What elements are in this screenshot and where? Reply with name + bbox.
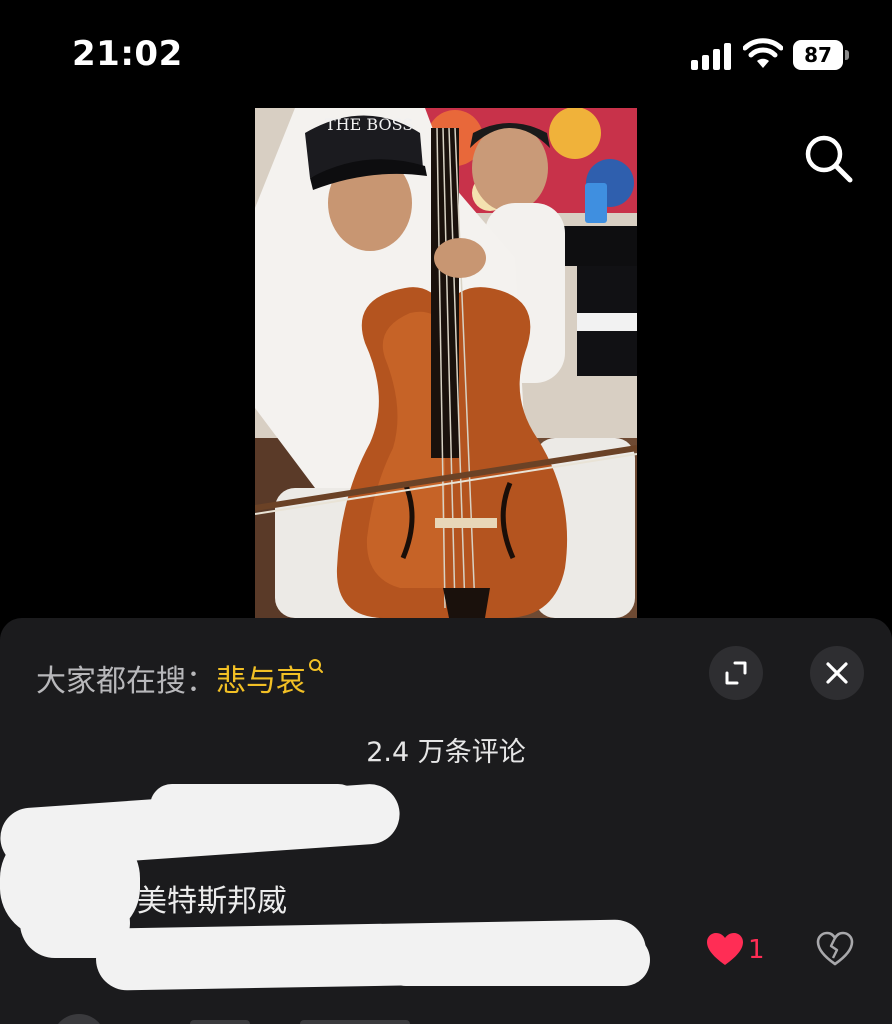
cellular-signal-icon: [691, 42, 733, 70]
screen: 21:02 87 THE BOSS 大家都在搜：悲与哀 2.4 万条评论 美特斯…: [0, 0, 892, 1024]
svg-text:THE BOSS: THE BOSS: [325, 115, 413, 134]
next-comment-preview: [300, 1020, 410, 1024]
hot-search-keyword[interactable]: 悲与哀: [216, 664, 306, 699]
redaction-blob: [150, 784, 360, 828]
close-button[interactable]: [810, 646, 864, 700]
search-icon[interactable]: [800, 130, 856, 186]
comment-username[interactable]: 美特斯邦威: [137, 876, 287, 920]
next-comment-preview: [190, 1020, 250, 1024]
wifi-icon: [743, 38, 783, 68]
broken-heart-icon[interactable]: [816, 930, 854, 968]
heart-icon: [707, 933, 743, 965]
close-icon: [826, 662, 848, 684]
hot-search-prefix: 大家都在搜：: [36, 664, 216, 699]
like-count: 1: [748, 935, 765, 965]
comment-count: 2.4 万条评论: [366, 737, 526, 768]
video-frame: THE BOSS: [255, 108, 637, 618]
status-bar: 21:02 87: [0, 0, 892, 100]
video-player[interactable]: THE BOSS: [255, 108, 637, 618]
battery-cap: [845, 50, 849, 60]
status-time: 21:02: [72, 34, 183, 74]
expand-button[interactable]: [709, 646, 763, 700]
like-button[interactable]: 1: [706, 930, 765, 970]
redaction-blob: [380, 934, 650, 986]
expand-icon: [725, 661, 747, 685]
comment-sheet: 大家都在搜：悲与哀 2.4 万条评论 美特斯邦威 1: [0, 618, 892, 1024]
battery-icon: 87: [793, 40, 843, 70]
next-comment-avatar[interactable]: [52, 1014, 106, 1024]
hot-search-bar[interactable]: 大家都在搜：悲与哀: [36, 656, 324, 700]
keyword-search-icon: [309, 659, 323, 673]
